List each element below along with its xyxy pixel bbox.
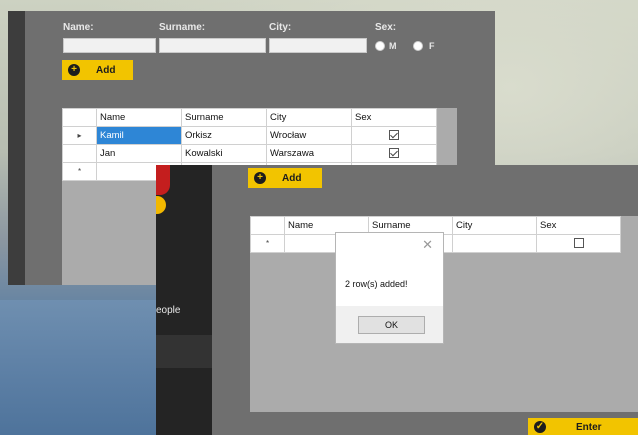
logo-yellow-shape (156, 196, 166, 214)
column-header-name[interactable]: Name (96, 108, 182, 127)
desktop-water (0, 300, 160, 435)
app-side-panel: eople (156, 165, 212, 435)
check-circle-icon: ✓ (534, 421, 546, 433)
sex-f-radio[interactable] (413, 41, 423, 51)
row-marker[interactable] (62, 144, 97, 163)
city-label: City: (269, 22, 292, 33)
ok-button[interactable]: OK (358, 316, 425, 334)
add-button[interactable]: + Add (62, 60, 133, 80)
sex-checkbox[interactable] (389, 130, 399, 141)
name-label: Name: (63, 22, 94, 33)
add-button-label: Add (96, 64, 116, 76)
plus-circle-icon: + (254, 172, 266, 184)
cell-city[interactable]: Wrocław (266, 126, 352, 145)
cell-surname[interactable]: Kowalski (181, 144, 267, 163)
column-header-sex[interactable]: Sex (536, 216, 621, 235)
cell-surname[interactable]: Orkisz (181, 126, 267, 145)
nav-item-people-label[interactable]: eople (156, 305, 180, 316)
cell-name[interactable]: Kamil (96, 126, 182, 145)
nav-item-highlight[interactable] (156, 335, 212, 368)
plus-circle-icon: + (68, 64, 80, 76)
cell-sex[interactable] (536, 234, 621, 253)
column-header-sex[interactable]: Sex (351, 108, 437, 127)
column-header-surname[interactable]: Surname (181, 108, 267, 127)
row-marker[interactable]: ▸ (62, 126, 97, 145)
cell-name[interactable]: Jan (96, 144, 182, 163)
message-dialog: ✕ 2 row(s) added! OK (335, 232, 444, 344)
add-button[interactable]: + Add (248, 168, 322, 188)
dialog-footer: OK (336, 306, 443, 343)
surname-label: Surname: (159, 22, 206, 33)
row-header-corner (250, 216, 285, 235)
sex-m-label: M (389, 41, 397, 51)
sex-checkbox[interactable] (573, 238, 584, 249)
sex-checkbox[interactable] (389, 148, 399, 159)
column-header-city[interactable]: City (266, 108, 352, 127)
sex-f-label: F (429, 41, 435, 51)
cell-sex[interactable] (351, 126, 437, 145)
new-row-marker[interactable]: * (62, 162, 97, 181)
cell-sex[interactable] (351, 144, 437, 163)
enter-button[interactable]: ✓ Enter (528, 418, 638, 435)
city-input[interactable] (269, 38, 367, 53)
people-grid[interactable]: Name Surname City Sex * (250, 216, 638, 412)
add-button-label: Add (282, 172, 302, 184)
new-row-marker[interactable]: * (250, 234, 285, 253)
enter-button-label: Enter (576, 421, 602, 433)
table-row[interactable]: ▸ Kamil Orkisz Wrocław (62, 126, 437, 145)
dialog-message: 2 row(s) added! (345, 279, 408, 289)
close-icon[interactable]: ✕ (422, 238, 433, 251)
grid-header-row: Name Surname City Sex (62, 108, 437, 127)
name-input[interactable] (63, 38, 156, 53)
row-header-corner (62, 108, 97, 127)
window-left-strip (8, 11, 25, 285)
sex-label: Sex: (375, 22, 397, 33)
surname-input[interactable] (159, 38, 266, 53)
logo-red-shape (156, 165, 170, 195)
column-header-city[interactable]: City (452, 216, 537, 235)
cell-city[interactable] (452, 234, 537, 253)
table-row[interactable]: Jan Kowalski Warszawa (62, 144, 437, 163)
sex-m-radio[interactable] (375, 41, 385, 51)
cell-city[interactable]: Warszawa (266, 144, 352, 163)
